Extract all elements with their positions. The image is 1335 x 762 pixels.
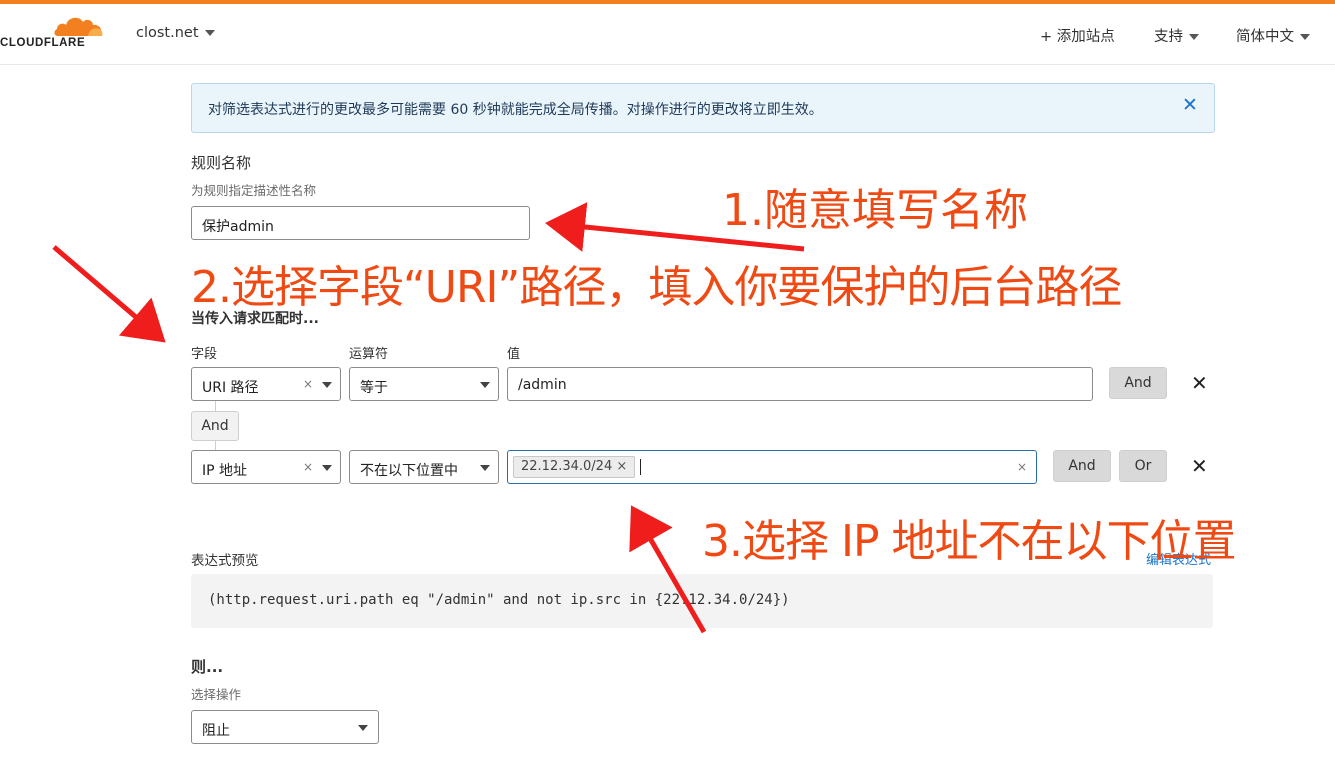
action-hint: 选择操作 — [191, 687, 242, 702]
chevron-down-icon — [322, 382, 332, 388]
info-banner-text: 对筛选表达式进行的更改最多可能需要 60 秒钟就能完成全局传播。对操作进行的更改… — [208, 102, 823, 118]
annotation-step-2: 2.选择字段“URI”路径，填入你要保护的后台路径 — [191, 262, 1122, 313]
chevron-down-icon — [204, 30, 215, 36]
value-column-header: 值 — [507, 347, 521, 362]
support-menu[interactable]: 支持 — [1154, 25, 1199, 46]
clear-icon[interactable]: × — [303, 460, 313, 474]
rule-name-input[interactable]: 保护admin — [191, 206, 530, 240]
add-site-link[interactable]: + 添加站点 — [1040, 25, 1115, 46]
language-label: 简体中文 — [1236, 29, 1294, 45]
ip-list-input[interactable]: 22.12.34.0/24 × × — [507, 450, 1037, 484]
operator-select-value: 等于 — [360, 380, 388, 396]
annotation-step-1: 1.随意填写名称 — [722, 185, 1028, 236]
operator-select-not-in[interactable]: 不在以下位置中 — [349, 450, 499, 484]
domain-label: clost.net — [136, 25, 199, 41]
and-button[interactable]: And — [1053, 450, 1111, 482]
connector-line — [215, 401, 216, 411]
field-select-ip-address[interactable]: IP 地址 × — [191, 450, 341, 484]
value-input-text: /admin — [518, 377, 567, 393]
ip-chip-label: 22.12.34.0/24 — [521, 459, 613, 474]
chevron-down-icon — [1189, 34, 1199, 40]
rule-name-value: 保护admin — [202, 219, 274, 235]
info-banner: 对筛选表达式进行的更改最多可能需要 60 秒钟就能完成全局传播。对操作进行的更改… — [191, 83, 1215, 133]
operator-select-value: 不在以下位置中 — [360, 463, 458, 479]
domain-selector[interactable]: clost.net — [136, 25, 215, 41]
close-icon[interactable]: ✕ — [1182, 94, 1198, 116]
rule-name-label: 规则名称 — [191, 154, 252, 172]
action-select-value: 阻止 — [202, 723, 230, 739]
remove-row-icon[interactable]: ✕ — [1191, 371, 1208, 395]
annotation-step-3: 3.选择 IP 地址不在以下位置 — [702, 516, 1236, 567]
chevron-down-icon — [480, 382, 490, 388]
operator-column-header: 运算符 — [349, 347, 389, 362]
expression-preview-text: (http.request.uri.path eq "/admin" and n… — [208, 592, 790, 608]
support-label: 支持 — [1154, 29, 1183, 45]
connector-line — [215, 441, 216, 450]
remove-row-icon[interactable]: ✕ — [1191, 454, 1208, 478]
expression-preview-label: 表达式预览 — [191, 553, 259, 569]
chevron-down-icon — [358, 725, 368, 731]
field-select-value: URI 路径 — [202, 380, 259, 396]
text-cursor — [640, 459, 641, 475]
or-button[interactable]: Or — [1119, 450, 1167, 482]
field-select-value: IP 地址 — [202, 463, 248, 479]
arrow-to-field-select — [52, 245, 166, 343]
rule-name-hint: 为规则指定描述性名称 — [191, 183, 317, 198]
chevron-down-icon — [1300, 34, 1310, 40]
action-select[interactable]: 阻止 — [191, 710, 379, 744]
operator-select-equals[interactable]: 等于 — [349, 367, 499, 401]
value-input[interactable]: /admin — [507, 367, 1093, 401]
and-connector-tag: And — [191, 411, 239, 441]
ip-chip[interactable]: 22.12.34.0/24 × — [513, 456, 636, 478]
field-column-header: 字段 — [191, 347, 218, 362]
expression-preview-box: (http.request.uri.path eq "/admin" and n… — [191, 574, 1213, 628]
and-button[interactable]: And — [1109, 367, 1167, 399]
chip-remove-icon[interactable]: × — [616, 459, 627, 474]
language-menu[interactable]: 简体中文 — [1236, 25, 1310, 46]
chevron-down-icon — [322, 465, 332, 471]
field-select-uri-path[interactable]: URI 路径 × — [191, 367, 341, 401]
clear-icon[interactable]: × — [303, 377, 313, 391]
cloudflare-wordmark: CLOUDFLARE — [0, 37, 86, 49]
clear-icon[interactable]: × — [1017, 460, 1027, 474]
action-heading: 则... — [191, 658, 224, 676]
chevron-down-icon — [480, 465, 490, 471]
cloud-icon — [54, 17, 103, 36]
